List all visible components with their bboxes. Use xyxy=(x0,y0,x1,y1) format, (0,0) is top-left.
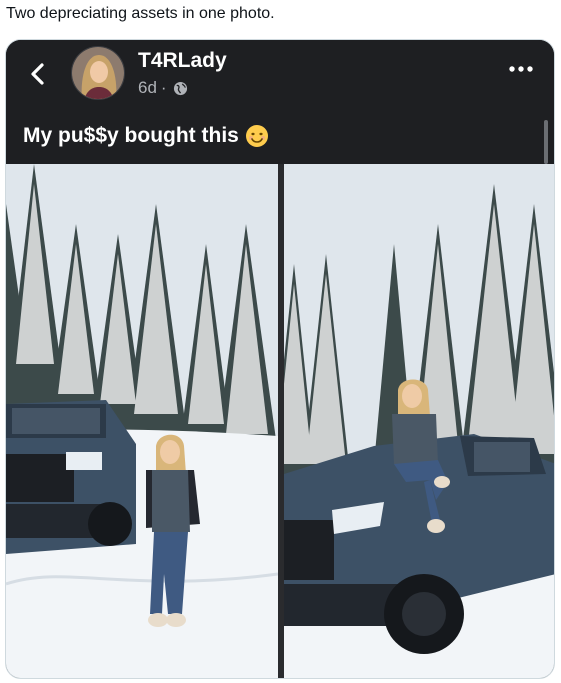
photo-left[interactable] xyxy=(6,164,278,678)
scrollbar[interactable] xyxy=(544,120,548,164)
globe-icon xyxy=(173,81,187,95)
smiling-face-icon xyxy=(245,125,268,147)
tweet-text: Two depreciating assets in one photo. xyxy=(6,5,275,22)
more-horizontal-icon[interactable] xyxy=(508,64,534,74)
meta-separator: · xyxy=(160,78,167,97)
post-caption: My pu$$y bought this xyxy=(23,123,269,149)
photo-right[interactable] xyxy=(284,164,554,678)
embedded-post-header: T4RLady 6d · My pu$$y bought this xyxy=(6,40,554,164)
truck-left xyxy=(6,400,136,554)
post-meta: 6d · xyxy=(138,78,188,98)
chevron-left-icon[interactable] xyxy=(28,62,48,86)
post-username[interactable]: T4RLady xyxy=(138,49,227,73)
avatar[interactable] xyxy=(71,46,125,100)
post-age: 6d xyxy=(138,78,157,97)
caption-text: My pu$$y bought this xyxy=(23,124,239,147)
tweet-media[interactable]: T4RLady 6d · My pu$$y bought this xyxy=(5,39,555,679)
